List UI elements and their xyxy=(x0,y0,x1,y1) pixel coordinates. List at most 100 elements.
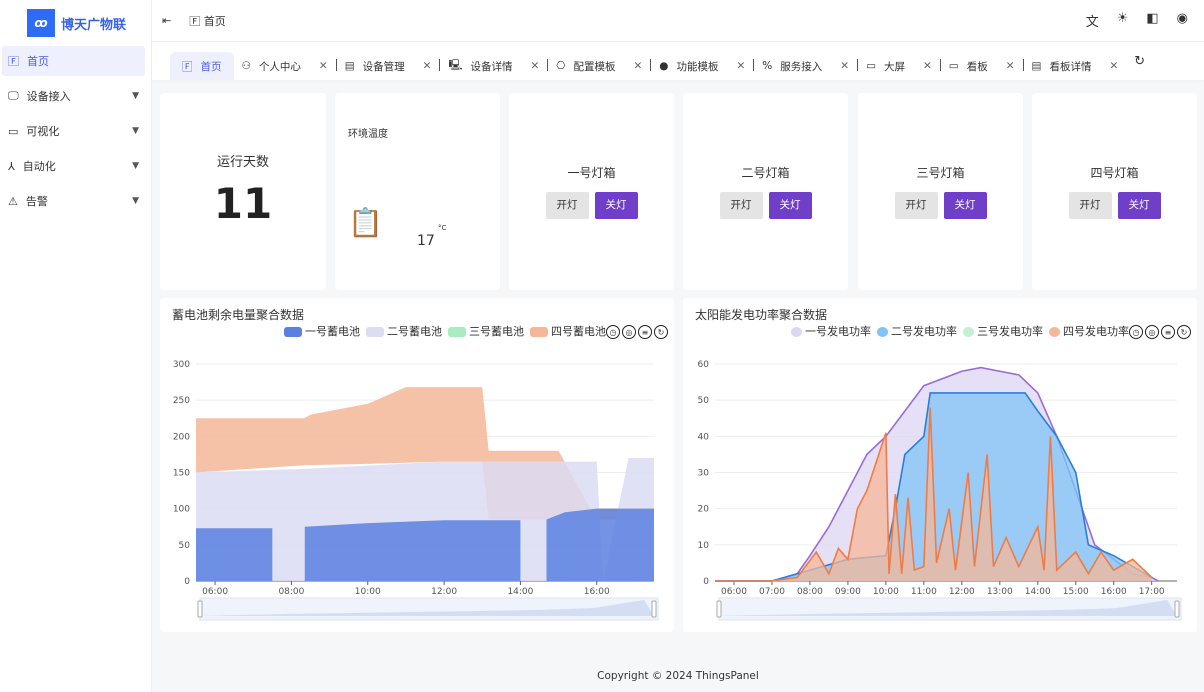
y-tick-label: 100 xyxy=(173,505,190,515)
tab-label: 看板 xyxy=(966,60,988,73)
lamp-on-button[interactable]: 开灯 xyxy=(545,192,589,219)
sidebar-item-visualization[interactable]: ▭ 可视化 ▼ xyxy=(2,116,145,146)
data-zoom-handle[interactable] xyxy=(651,600,657,618)
battery-chart: 0 50 100 150 200 250 300 06:00 08:00 10:00 12:00 14… xyxy=(173,360,659,621)
solar-chart: 0 10 20 30 40 50 60 06:00 07:00 08:00 09:00 10:00 11… xyxy=(698,360,1182,621)
logo-icon: ꝏ xyxy=(27,9,55,37)
tab-7[interactable]: ▭ 大屏 ✕ xyxy=(858,52,940,80)
label: 设备接入 xyxy=(26,90,71,103)
x-tick-label: 16:00 xyxy=(1101,587,1127,597)
header: ⇤ 🄵 首页 文 ☀ ◧ ◉ xyxy=(152,0,1204,42)
x-tick-label: 14:00 xyxy=(507,587,533,597)
y-tick-label: 60 xyxy=(698,360,710,370)
lamp-off-button[interactable]: 关灯 xyxy=(768,192,812,219)
label: 首页 xyxy=(27,55,49,68)
tab-2[interactable]: ▤ 设备管理 ✕ xyxy=(337,52,440,80)
user-avatar-icon[interactable]: ◉ xyxy=(1177,11,1188,30)
y-tick-label: 20 xyxy=(698,505,710,515)
x-tick-label: 12:00 xyxy=(431,587,457,597)
x-tick-label: 12:00 xyxy=(949,587,975,597)
lamp-on-button[interactable]: 开灯 xyxy=(1068,192,1112,219)
y-tick-label: 150 xyxy=(173,469,190,479)
tab-label: 大屏 xyxy=(883,60,905,73)
tab-label: 配置模板 xyxy=(573,60,616,73)
tab-6[interactable]: % 服务接入 ✕ xyxy=(754,52,857,80)
lamp-off-button[interactable]: 关灯 xyxy=(594,192,638,219)
lamp-name: 一号灯箱 xyxy=(567,166,616,180)
clipboard-code-icon: 📋 xyxy=(348,206,383,239)
close-icon[interactable]: ✕ xyxy=(530,60,539,72)
tab-0[interactable]: 🄵 首页 xyxy=(170,52,234,80)
x-tick-label: 08:00 xyxy=(797,587,823,597)
home-icon: 🄵 xyxy=(182,60,193,73)
x-tick-label: 16:00 xyxy=(584,587,610,597)
y-tick-label: 50 xyxy=(179,541,191,551)
tab-5[interactable]: ● 功能模板 ✕ xyxy=(651,52,753,80)
y-tick-label: 250 xyxy=(173,396,190,406)
x-tick-label: 15:00 xyxy=(1063,587,1089,597)
sidebar-item-home[interactable]: 🄵 首页 xyxy=(2,46,145,76)
tab-label: 设备详情 xyxy=(470,60,513,73)
tab-9[interactable]: ▤ 看板详情 ✕ xyxy=(1024,52,1127,80)
tab-3[interactable]: 🖳 设备详情 ✕ xyxy=(440,52,547,80)
lamp-off-button[interactable]: 关灯 xyxy=(1117,192,1161,219)
tab-label: 服务接入 xyxy=(780,60,823,73)
lamp-name: 二号灯箱 xyxy=(741,166,790,180)
close-icon[interactable]: ✕ xyxy=(1109,60,1118,72)
close-icon[interactable]: ✕ xyxy=(736,60,745,72)
screen-icon: ▭ xyxy=(8,124,19,138)
temperature-label: 环境温度 xyxy=(348,129,388,140)
theme-icon[interactable]: ◧ xyxy=(1146,11,1158,30)
close-icon[interactable]: ✕ xyxy=(423,60,432,72)
x-tick-label: 06:00 xyxy=(202,587,228,597)
sidebar: ꝏ 博天广物联 🄵 首页 🖵 设备接入 ▼ ▭ 可视化 ▼ ⅄ 自动化 ▼ ⚠ 告警 ▼ xyxy=(0,0,152,692)
data-zoom-handle[interactable] xyxy=(197,600,203,618)
breadcrumb-label: 首页 xyxy=(203,14,226,28)
tv-icon: ▭ xyxy=(948,60,959,72)
device-icon: ▤ xyxy=(344,60,355,72)
label: 可视化 xyxy=(26,125,60,138)
uptime-value: 11 xyxy=(213,179,273,228)
close-icon[interactable]: ✕ xyxy=(1006,60,1015,72)
lamp-on-button[interactable]: 开灯 xyxy=(719,192,763,219)
solar-chart-card: 太阳能发电功率聚合数据 一号发电功率 二号发电功率 三号发电功率 四号发电功率 ◷ ◎ ≡… xyxy=(683,298,1197,632)
sidebar-item-device-access[interactable]: 🖵 设备接入 ▼ xyxy=(2,81,145,111)
battery-chart-card: 蓄电池剩余电量聚合数据 一号蓄电池 二号蓄电池 三号蓄电池 四号蓄电池 ◷ ◎ ≡ ↻ 05… xyxy=(160,298,674,632)
lamp-card: 二号灯箱开灯 关灯 xyxy=(683,93,848,290)
tab-label: 功能模板 xyxy=(676,60,719,73)
chevron-down-icon: ▼ xyxy=(132,91,139,101)
lamp-on-button[interactable]: 开灯 xyxy=(894,192,938,219)
logo[interactable]: ꝏ 博天广物联 xyxy=(0,0,151,46)
x-tick-label: 17:00 xyxy=(1139,587,1165,597)
sun-icon[interactable]: ☀ xyxy=(1117,11,1129,30)
close-icon[interactable]: ✕ xyxy=(923,60,932,72)
refresh-icon[interactable]: ↻ xyxy=(1134,54,1145,69)
collapse-menu-icon[interactable]: ⇤ xyxy=(162,14,171,27)
y-tick-label: 40 xyxy=(698,432,710,442)
lamp-off-button[interactable]: 关灯 xyxy=(943,192,987,219)
x-tick-label: 14:00 xyxy=(1025,587,1051,597)
tv-icon: ▭ xyxy=(866,60,876,72)
tab-4[interactable]: ⎔ 配置模板 ✕ xyxy=(548,52,650,80)
translate-icon[interactable]: 文 xyxy=(1086,11,1099,30)
y-tick-label: 30 xyxy=(698,469,710,479)
breadcrumb[interactable]: 🄵 首页 xyxy=(189,13,226,29)
data-zoom-handle[interactable] xyxy=(716,600,722,618)
chevron-down-icon: ▼ xyxy=(132,161,139,171)
temperature-unit: °C xyxy=(438,224,447,232)
sidebar-item-automation[interactable]: ⅄ 自动化 ▼ xyxy=(2,151,145,181)
label: 自动化 xyxy=(22,160,56,173)
home-icon: 🄵 xyxy=(189,14,204,28)
data-zoom-handle[interactable] xyxy=(1174,600,1180,618)
x-tick-label: 13:00 xyxy=(987,587,1013,597)
panel-icon: ▤ xyxy=(1031,60,1042,72)
sidebar-item-alarm[interactable]: ⚠ 告警 ▼ xyxy=(2,186,145,216)
close-icon[interactable]: ✕ xyxy=(319,60,328,72)
tab-8[interactable]: ▭ 看板 ✕ xyxy=(941,52,1023,80)
close-icon[interactable]: ✕ xyxy=(840,60,849,72)
close-icon[interactable]: ✕ xyxy=(633,60,642,72)
tab-1[interactable]: ⚇ 个人中心 ✕ xyxy=(234,52,336,80)
x-tick-label: 10:00 xyxy=(355,587,381,597)
y-tick-label: 10 xyxy=(698,541,710,551)
lamp-card: 一号灯箱开灯 关灯 xyxy=(509,93,674,290)
